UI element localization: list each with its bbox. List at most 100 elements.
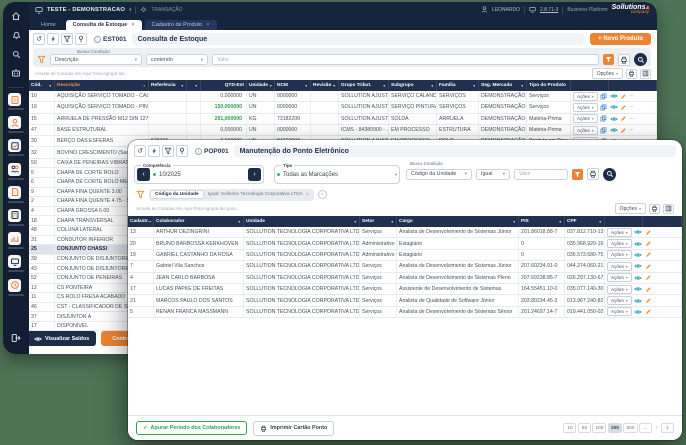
- row-actions-button[interactable]: Ações▾: [607, 296, 632, 305]
- sidebar-module-icon[interactable]: [8, 255, 21, 268]
- column-header[interactable]: Revisão▼: [311, 80, 339, 91]
- row-actions-button[interactable]: Ações▾: [607, 239, 632, 248]
- search-value-input[interactable]: [212, 54, 599, 65]
- view-icon[interactable]: [634, 241, 642, 247]
- print-grid-button[interactable]: [649, 204, 660, 214]
- page-size-option[interactable]: 500: [623, 423, 637, 433]
- table-row[interactable]: 47BASE ESTRUTURAL0,000000UN0000000ICMS -…: [29, 125, 657, 136]
- page-size-option[interactable]: 200: [608, 423, 622, 433]
- table-row[interactable]: 7Gabriel Vila SanchosSOLLUTION TECNOLOGI…: [128, 261, 682, 272]
- table-row[interactable]: 13ARTHUR DEZINGRINISOLLUTION TECNOLOGIA …: [128, 227, 682, 238]
- page-size-option[interactable]: 100: [592, 423, 606, 433]
- copy-icon[interactable]: [600, 93, 607, 100]
- search-field-select[interactable]: Código da Unidade▾: [406, 169, 472, 180]
- tipo-control[interactable]: Tipo Todas as Marcações ▾: [274, 165, 400, 184]
- sidebar-module-icon[interactable]: [8, 279, 21, 292]
- table-row[interactable]: 4JEAN CARLO BARBOSASOLLUTION TECNOLOGIA …: [128, 273, 682, 284]
- column-header[interactable]: CPF▼: [565, 216, 605, 227]
- tab-cadastro-produto[interactable]: Cadastro de Produto×: [145, 20, 217, 31]
- view-icon[interactable]: [634, 309, 642, 315]
- options-button[interactable]: Opções▾: [592, 68, 623, 79]
- options-button[interactable]: Opções▾: [615, 203, 646, 214]
- apurar-periodo-button[interactable]: ✓Apurar Período dos Colaboradores: [136, 421, 247, 435]
- search-submit-button[interactable]: [634, 53, 647, 66]
- version-link[interactable]: 2.8.71-3: [529, 6, 558, 13]
- row-actions-button[interactable]: Ações▾: [573, 126, 598, 135]
- table-row[interactable]: 21MARCOS PAULO DOS SANTOSSOLLUTION TECNO…: [128, 295, 682, 306]
- new-product-button[interactable]: + Novo Produto: [590, 33, 651, 45]
- columns-button[interactable]: [663, 204, 674, 214]
- tab-home[interactable]: Home: [34, 20, 63, 31]
- row-actions-button[interactable]: Ações▾: [607, 262, 632, 271]
- table-row[interactable]: 15ARRUELA DE PRESSÃO M12 DIN 127 - ZB291…: [29, 114, 657, 125]
- search-submit-button[interactable]: [603, 168, 616, 181]
- column-header[interactable]: Referência▼: [149, 80, 187, 91]
- filter-count-badge[interactable]: [572, 169, 583, 180]
- column-header[interactable]: Colaborador▼: [154, 216, 244, 227]
- search-icon[interactable]: [8, 46, 24, 62]
- current-page[interactable]: 1: [661, 423, 674, 433]
- column-header[interactable]: Grupo Tribut.▼: [339, 80, 389, 91]
- column-header[interactable]: Unidade▼: [247, 80, 275, 91]
- column-header[interactable]: Setor▼: [360, 216, 397, 227]
- row-actions-button[interactable]: Ações▾: [573, 114, 598, 123]
- columns-button[interactable]: [640, 69, 651, 79]
- view-icon[interactable]: [634, 229, 642, 235]
- row-actions-button[interactable]: Ações▾: [607, 307, 632, 316]
- table-row[interactable]: 19AQUISIÇÃO SERVIÇO TOMADO - PINTURA150,…: [29, 102, 657, 113]
- column-header[interactable]: Cód.▼: [29, 80, 55, 91]
- filter-count-badge[interactable]: [603, 54, 614, 65]
- active-filter-chip[interactable]: Código da Unidade Igual: Sollution Tecno…: [149, 189, 314, 201]
- page-size-option[interactable]: 50: [578, 423, 591, 433]
- view-icon[interactable]: [634, 286, 642, 292]
- sidebar-module-icon[interactable]: [8, 139, 21, 152]
- table-row[interactable]: 17LUCAS PAPKE DE FREITASSOLLUTION TECNOL…: [128, 284, 682, 295]
- next-month-button[interactable]: ›: [248, 168, 261, 181]
- prev-month-button[interactable]: ‹: [137, 168, 150, 181]
- company-selector[interactable]: TESTE - DEMONSTRACAO ▾: [35, 6, 131, 14]
- row-actions-button[interactable]: Ações▾: [573, 103, 598, 112]
- column-header[interactable]: Tipo do Produto: [527, 80, 571, 91]
- quick-action-button[interactable]: [47, 33, 59, 45]
- clear-filter-button[interactable]: [61, 33, 73, 45]
- print-button[interactable]: [618, 54, 630, 66]
- pin-button[interactable]: [75, 33, 87, 45]
- quick-action-button[interactable]: [148, 145, 160, 157]
- logout-icon[interactable]: [8, 330, 24, 346]
- column-header[interactable]: Cadastr...▼: [128, 216, 154, 227]
- table-row[interactable]: 5RENAN FRANCA MASSMANNSOLLUTION TECNOLOG…: [128, 307, 682, 318]
- sidebar-module-icon[interactable]: [8, 232, 21, 245]
- copy-icon[interactable]: [600, 127, 607, 134]
- close-icon[interactable]: ×: [206, 22, 209, 28]
- clear-filter-button[interactable]: [162, 145, 174, 157]
- clear-all-filters-icon[interactable]: ×: [318, 190, 327, 199]
- refresh-button[interactable]: ↺: [134, 145, 146, 157]
- view-icon[interactable]: [634, 252, 642, 258]
- pin-button[interactable]: [176, 145, 188, 157]
- remove-filter-icon[interactable]: ×: [306, 192, 309, 198]
- sidebar-module-icon[interactable]: [8, 163, 21, 176]
- column-header[interactable]: Subgrupo▼: [389, 80, 437, 91]
- print-button[interactable]: [587, 168, 599, 180]
- refresh-button[interactable]: ↺: [33, 33, 45, 45]
- page-size-option[interactable]: 10: [563, 423, 576, 433]
- copy-icon[interactable]: [600, 115, 607, 122]
- view-icon[interactable]: [634, 298, 642, 304]
- sidebar-module-icon[interactable]: [8, 209, 21, 222]
- transaction-menu[interactable]: TRANSAÇÃO: [140, 6, 182, 13]
- tab-consulta-estoque[interactable]: Consulta de Estoque×: [66, 20, 142, 31]
- search-value-input[interactable]: [514, 169, 568, 180]
- column-header[interactable]: ▼: [187, 80, 201, 91]
- column-header[interactable]: Cargo▼: [397, 216, 519, 227]
- user-menu[interactable]: LEONARDO: [481, 6, 520, 13]
- view-balances-button[interactable]: Visualizar Saldos: [27, 331, 96, 346]
- search-field-select[interactable]: Descrição▾: [50, 54, 142, 65]
- search-operator-select[interactable]: Igual▾: [476, 169, 510, 180]
- table-row[interactable]: 10AQUISIÇÃO SERVIÇO TOMADO - CALAND...0,…: [29, 91, 657, 102]
- view-icon[interactable]: [634, 263, 642, 269]
- assistant-bot-icon[interactable]: [8, 65, 24, 81]
- row-actions-button[interactable]: Ações▾: [607, 273, 632, 282]
- column-header[interactable]: Seg. Mercado▼: [479, 80, 527, 91]
- table-row[interactable]: 20BRUNO BARBOSSA KERKHOVENSOLLUTION TECN…: [128, 238, 682, 249]
- home-icon[interactable]: [8, 8, 24, 24]
